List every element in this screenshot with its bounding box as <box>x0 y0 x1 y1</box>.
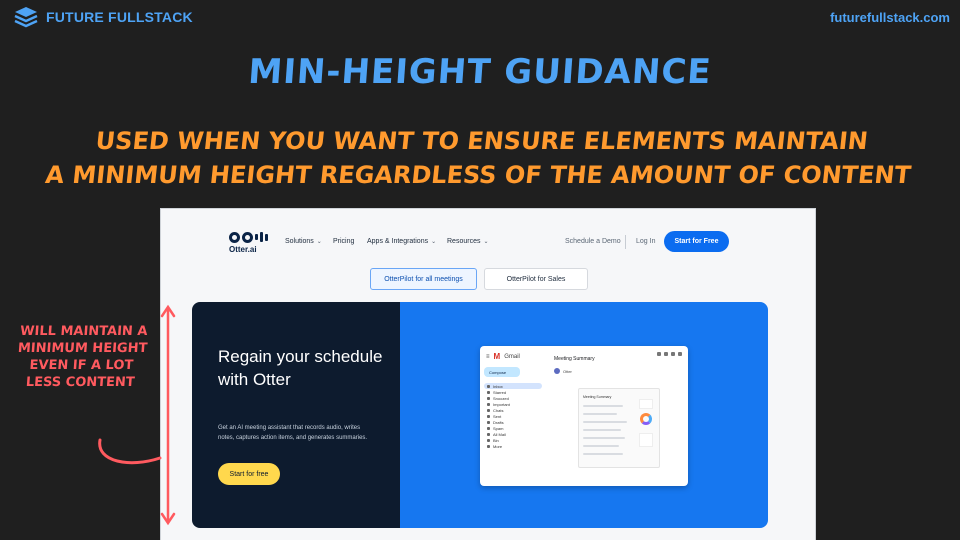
double-arrow-icon <box>160 304 176 526</box>
annotation-arrows <box>98 304 176 526</box>
curved-pointer-icon <box>98 438 162 465</box>
